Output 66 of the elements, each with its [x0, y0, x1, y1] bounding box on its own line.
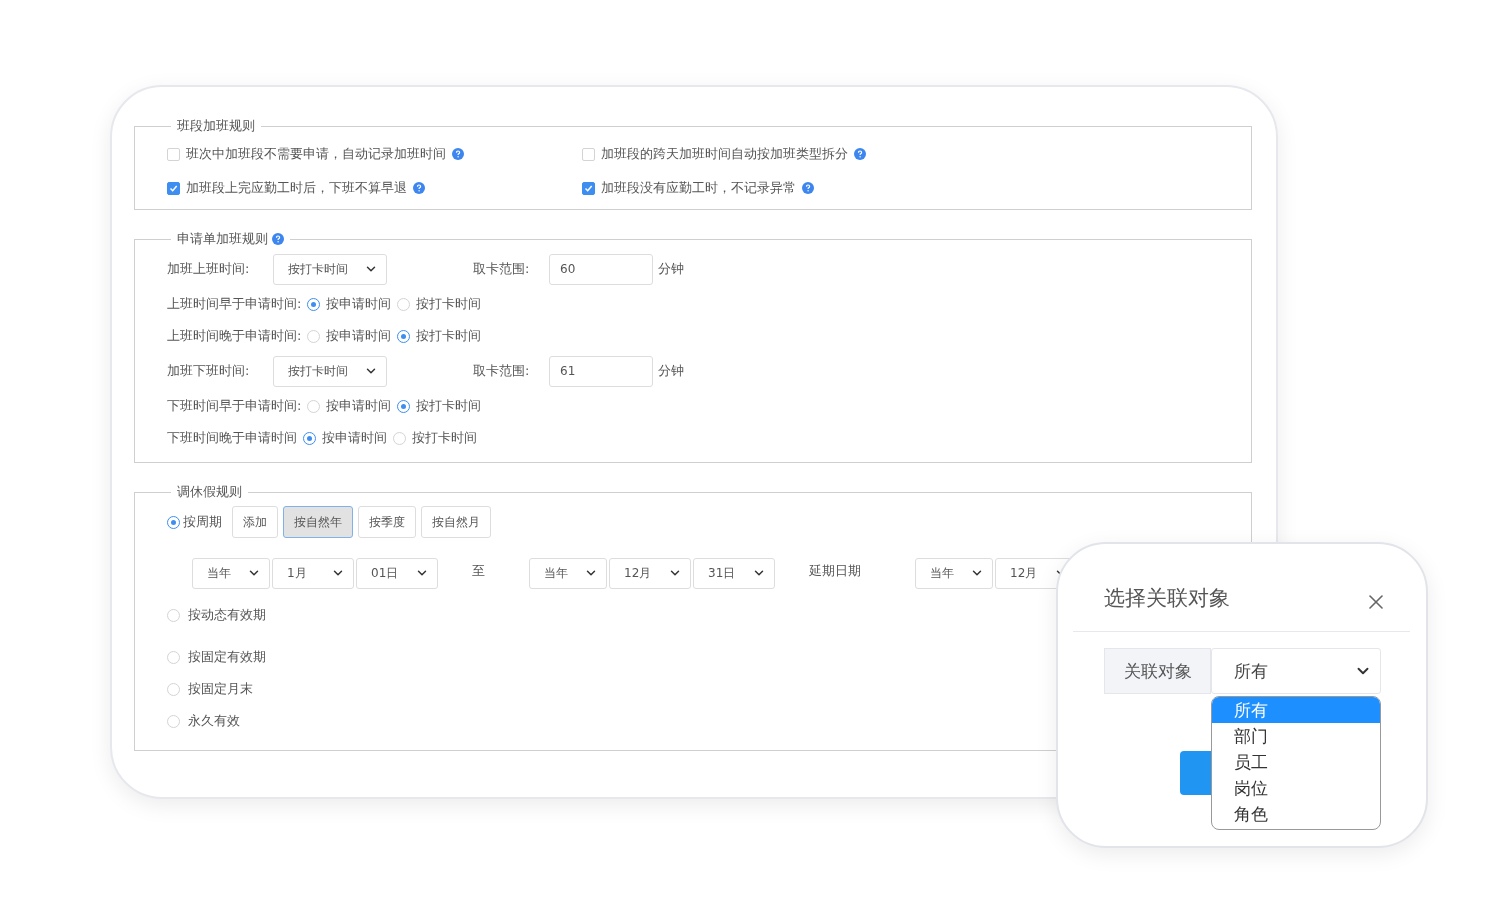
- section-title: 班段加班规则: [177, 117, 255, 135]
- period-button[interactable]: 添加: [232, 506, 278, 538]
- radio-label: 按固定有效期: [188, 648, 266, 666]
- period-button[interactable]: 按自然月: [421, 506, 491, 538]
- radio-label: 按周期: [183, 513, 222, 531]
- field-label: 加班上班时间:: [167, 260, 251, 278]
- checkbox-label: 加班段的跨天加班时间自动按加班类型拆分: [601, 145, 848, 163]
- dropdown-option[interactable]: 岗位: [1212, 775, 1380, 801]
- radio-label: 按动态有效期: [188, 606, 266, 624]
- field-label: 取卡范围:: [473, 362, 531, 380]
- dropdown[interactable]: 按打卡时间: [273, 253, 387, 285]
- dropdown[interactable]: 当年: [915, 557, 993, 589]
- radio-button[interactable]: [307, 297, 321, 311]
- dropdown[interactable]: 按打卡时间: [273, 355, 387, 387]
- radio-label: 按申请时间: [326, 327, 392, 345]
- unit-label: 分钟: [658, 260, 684, 278]
- radio-button[interactable]: [303, 431, 316, 445]
- radio-label: 按打卡时间: [416, 295, 482, 313]
- input-field[interactable]: 61: [549, 355, 653, 387]
- section-title: 调休假规则: [177, 483, 242, 501]
- separator-label: 至: [472, 562, 485, 580]
- help-icon[interactable]: [854, 148, 866, 160]
- help-icon[interactable]: [413, 182, 425, 194]
- input-field[interactable]: 60: [549, 253, 653, 285]
- help-icon[interactable]: [272, 233, 284, 245]
- dropdown-option[interactable]: 部门: [1212, 723, 1380, 749]
- radio-label: 按申请时间: [322, 429, 387, 447]
- help-icon[interactable]: [802, 182, 814, 194]
- checkbox[interactable]: [167, 181, 180, 195]
- dropdown[interactable]: 12月: [609, 557, 691, 589]
- dropdown[interactable]: 01日: [356, 557, 438, 589]
- section-title: 申请单加班规则: [177, 230, 268, 248]
- radio-label: 永久有效: [188, 712, 240, 730]
- radio-label: 按申请时间: [326, 295, 392, 313]
- radio-button[interactable]: [397, 399, 411, 413]
- period-button[interactable]: 按季度: [358, 506, 416, 538]
- dropdown[interactable]: 31日: [693, 557, 775, 589]
- unit-label: 分钟: [658, 362, 684, 380]
- radio-label: 按固定月末: [188, 680, 253, 698]
- period-button[interactable]: 按自然年: [283, 506, 353, 538]
- field-label: 上班时间晚于申请时间:: [167, 327, 302, 345]
- field-label: 延期日期: [809, 562, 861, 580]
- dropdown-option[interactable]: 员工: [1212, 749, 1380, 775]
- dropdown[interactable]: 当年: [529, 557, 607, 589]
- dropdown[interactable]: 当年: [192, 557, 270, 589]
- radio-label: 按打卡时间: [412, 429, 477, 447]
- field-label: 加班下班时间:: [167, 362, 251, 380]
- field-label: 下班时间早于申请时间:: [167, 397, 302, 415]
- dropdown[interactable]: 1月: [272, 557, 354, 589]
- radio-button[interactable]: [167, 515, 180, 529]
- radio-label: 按打卡时间: [416, 327, 482, 345]
- field-label: 下班时间晚于申请时间: [167, 429, 297, 447]
- dropdown[interactable]: 所有: [1211, 648, 1381, 694]
- field-label: 取卡范围:: [473, 260, 531, 278]
- field-label: 上班时间早于申请时间:: [167, 295, 302, 313]
- field-label: 关联对象: [1104, 648, 1211, 694]
- checkbox-label: 加班段上完应勤工时后，下班不算早退: [186, 179, 407, 197]
- dialog-title: 选择关联对象: [1104, 585, 1230, 612]
- checkbox-label: 班次中加班段不需要申请，自动记录加班时间: [186, 145, 446, 163]
- dropdown-option[interactable]: 角色: [1212, 801, 1380, 827]
- checkbox[interactable]: [582, 181, 595, 195]
- help-icon[interactable]: [452, 148, 464, 160]
- radio-label: 按打卡时间: [416, 397, 482, 415]
- radio-button[interactable]: [397, 329, 411, 343]
- radio-label: 按申请时间: [326, 397, 392, 415]
- checkbox-label: 加班段没有应勤工时，不记录异常: [601, 179, 796, 197]
